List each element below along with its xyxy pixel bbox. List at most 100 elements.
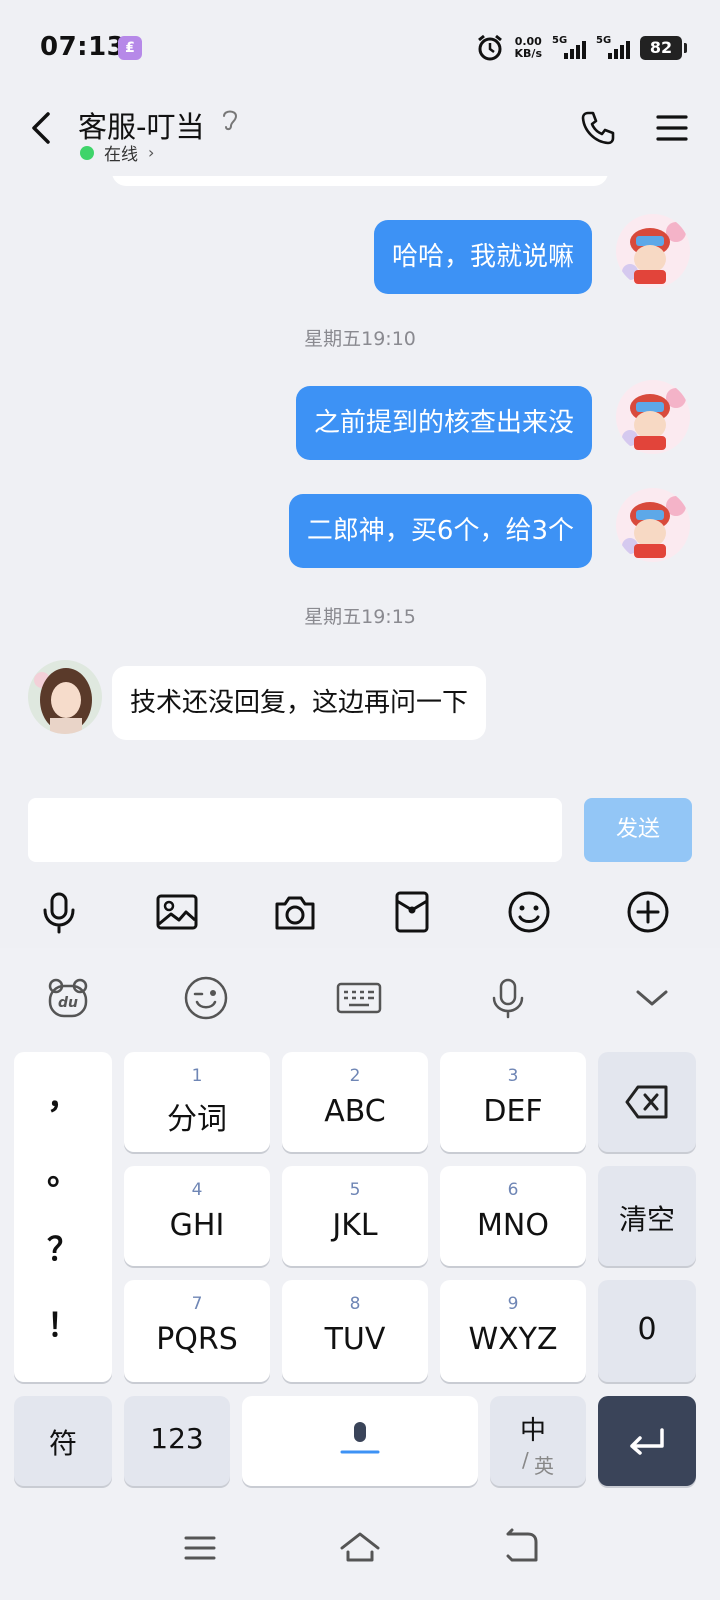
net-speed: 0.00 KB/s (515, 36, 542, 60)
key-7[interactable]: 7 PQRS (124, 1280, 270, 1382)
key-number: 6 (507, 1180, 519, 1200)
key-0[interactable]: 0 (598, 1280, 696, 1382)
message-bubble-outgoing[interactable]: 哈哈，我就说嘛 (373, 220, 592, 294)
key-4[interactable]: 4 GHI (124, 1166, 270, 1266)
plus-circle-icon[interactable] (624, 888, 672, 936)
online-dot-icon (80, 145, 94, 160)
voice-input-icon[interactable] (484, 974, 532, 1022)
agent-avatar[interactable] (28, 660, 102, 734)
key-label: 分词 (167, 1102, 227, 1137)
key-label: 清空 (618, 1203, 675, 1236)
key-label: 符 (48, 1427, 77, 1460)
key-label: WXYZ (468, 1322, 558, 1357)
earpiece-mode-icon[interactable] (220, 106, 240, 134)
enter-icon (630, 1428, 664, 1455)
key-9[interactable]: 9 WXYZ (440, 1280, 586, 1382)
punct-period[interactable]: 。 (14, 1148, 112, 1194)
message-bubble-incoming[interactable]: 技术还没回复，这边再问一下 (112, 666, 487, 740)
backspace-key[interactable] (598, 1052, 696, 1152)
recents-menu-icon[interactable] (178, 1526, 222, 1570)
phone-call-icon[interactable] (578, 108, 618, 148)
lang-alt-label: 英 (534, 1454, 554, 1478)
hide-keyboard-chevron-icon[interactable] (628, 974, 676, 1022)
svg-text:du: du (58, 995, 78, 1011)
key-number: 3 (507, 1066, 519, 1086)
key-label: TUV (324, 1322, 386, 1357)
emoji-icon[interactable] (505, 888, 553, 936)
presence-label: 在线 (104, 145, 138, 165)
key-label: GHI (169, 1208, 225, 1243)
message-bubble-outgoing[interactable]: 之前提到的核查出来没 (295, 386, 592, 460)
image-icon[interactable] (153, 888, 201, 936)
status-right: 0.00 KB/s 5G 5G 82 (475, 30, 687, 66)
language-switch-key[interactable]: 中 / 英 (490, 1396, 586, 1486)
key-6[interactable]: 6 MNO (440, 1166, 586, 1266)
signal-icon-sim2: 5G (596, 35, 630, 61)
chat-header: 客服-叮当 在线 › (0, 96, 720, 176)
key-number: 9 (507, 1294, 519, 1314)
microphone-icon[interactable] (35, 888, 83, 936)
home-icon[interactable] (338, 1526, 382, 1570)
key-number: 4 (191, 1180, 203, 1200)
punct-comma[interactable]: ， (14, 1072, 112, 1118)
punct-exclaim[interactable]: ！ (14, 1300, 112, 1346)
punct-question[interactable]: ？ (14, 1224, 112, 1270)
key-label: JKL (332, 1208, 378, 1243)
lang-main-label: 中 (520, 1416, 547, 1446)
signal-icon-sim1: 5G (552, 35, 586, 61)
red-packet-icon[interactable] (388, 888, 436, 936)
net-speed-unit: KB/s (514, 47, 542, 60)
system-nav-bar (0, 1496, 720, 1600)
back-arrow-icon[interactable] (22, 108, 62, 148)
clear-key[interactable]: 清空 (598, 1166, 696, 1266)
key-number: 1 (191, 1066, 203, 1086)
lang-slash: / (522, 1448, 529, 1472)
status-time: 07:13 (40, 32, 126, 62)
key-number: 8 (349, 1294, 361, 1314)
key-label: ABC (324, 1094, 386, 1129)
number-mode-key[interactable]: 123 (124, 1396, 230, 1486)
punctuation-column[interactable]: ， 。 ？ ！ (14, 1052, 112, 1382)
key-label: PQRS (156, 1322, 238, 1357)
my-avatar[interactable] (616, 214, 690, 288)
key-1[interactable]: 1 分词 (124, 1052, 270, 1152)
message-bubble-outgoing[interactable]: 二郎神，买6个，给3个 (288, 494, 592, 568)
app-notification-icon: ₤ (118, 36, 142, 60)
menu-icon[interactable] (654, 110, 690, 146)
key-number: 5 (349, 1180, 361, 1200)
key-number: 2 (349, 1066, 361, 1086)
key-8[interactable]: 8 TUV (282, 1280, 428, 1382)
enter-key[interactable] (598, 1396, 696, 1486)
alarm-icon (477, 34, 502, 61)
my-avatar[interactable] (616, 380, 690, 454)
back-nav-icon[interactable] (498, 1526, 542, 1570)
battery-icon: 82 (640, 36, 687, 60)
du-bear-icon[interactable]: du (44, 974, 92, 1022)
composer: 发送 (0, 788, 720, 948)
send-button[interactable]: 发送 (584, 798, 692, 862)
key-label: 0 (637, 1312, 657, 1347)
symbol-key[interactable]: 符 (14, 1396, 112, 1486)
key-2[interactable]: 2 ABC (282, 1052, 428, 1152)
camera-icon[interactable] (271, 888, 319, 936)
key-5[interactable]: 5 JKL (282, 1166, 428, 1266)
backspace-icon (625, 1085, 668, 1119)
keyboard-icon[interactable] (335, 974, 383, 1022)
message-input[interactable] (28, 798, 562, 862)
space-mic-icon (340, 1422, 380, 1454)
key-number: 7 (191, 1294, 203, 1314)
composer-toolbar (0, 888, 720, 938)
space-key[interactable] (242, 1396, 478, 1486)
presence-status[interactable]: 在线 › (80, 140, 154, 165)
timestamp: 星期五19:15 (304, 606, 416, 628)
chevron-right-icon: › (148, 143, 155, 162)
emoji-wink-icon[interactable] (182, 974, 230, 1022)
key-label: DEF (483, 1094, 543, 1129)
key-3[interactable]: 3 DEF (440, 1052, 586, 1152)
my-avatar[interactable] (616, 488, 690, 562)
key-label: MNO (477, 1208, 549, 1243)
status-bar: 07:13 ₤ 0.00 KB/s 5G 5G 82 (0, 0, 720, 96)
timestamp: 星期五19:10 (304, 328, 416, 350)
message-list[interactable]: 哈哈，我就说嘛 星期五19:10 之前提到的核查出来没 二郎神，买6个，给3个 (0, 176, 720, 788)
key-label: 123 (150, 1422, 204, 1455)
